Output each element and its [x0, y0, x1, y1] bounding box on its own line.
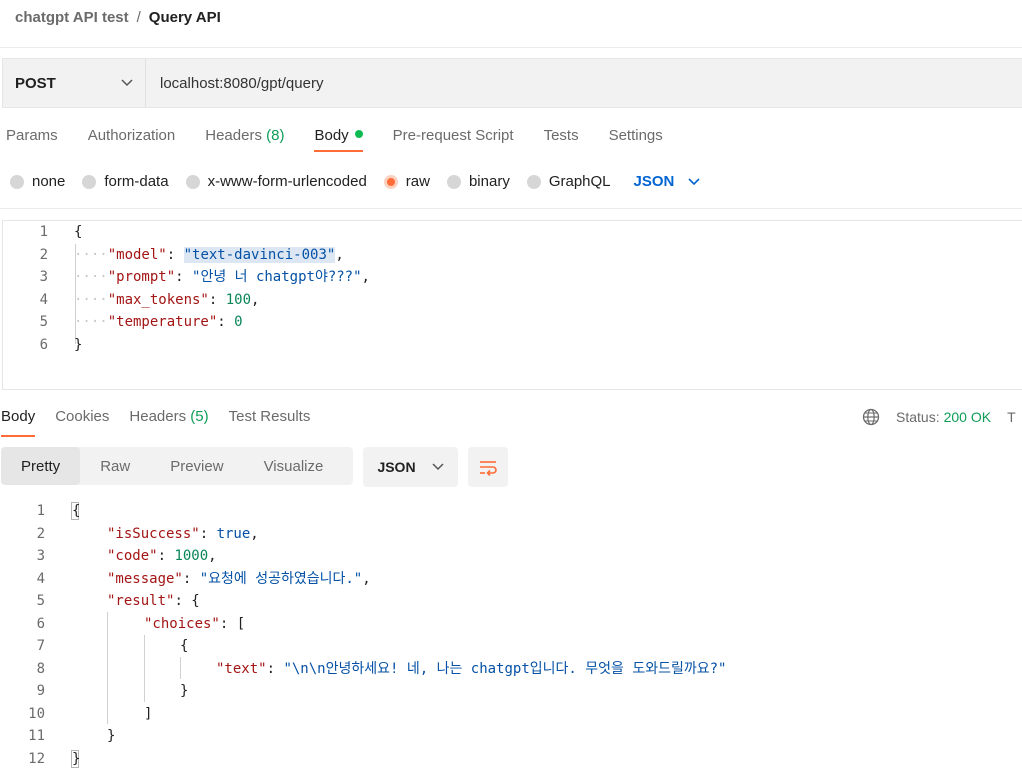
line-number: 1	[36, 503, 45, 519]
line-number: 4	[36, 570, 45, 587]
code-line: {	[74, 224, 83, 240]
status-label: Status:	[896, 409, 940, 425]
code-line: }	[72, 750, 81, 767]
tab-body[interactable]: Body	[314, 127, 363, 152]
response-tab-cookies[interactable]: Cookies	[55, 408, 109, 437]
line-number: 7	[36, 638, 45, 654]
radio-raw[interactable]: raw	[383, 173, 430, 190]
view-preview[interactable]: Preview	[150, 447, 243, 485]
tab-tests[interactable]: Tests	[544, 127, 579, 152]
code-line: "result": {	[107, 593, 200, 609]
url-input[interactable]: localhost:8080/gpt/query	[146, 59, 1022, 107]
response-tab-body[interactable]: Body	[1, 408, 36, 437]
wrap-lines-button[interactable]	[468, 447, 508, 487]
method-label: POST	[15, 74, 56, 92]
radio-circle-icon	[82, 174, 97, 189]
body-format-select[interactable]: JSON	[634, 173, 701, 190]
radio-circle-icon	[185, 174, 200, 189]
chevron-down-icon	[432, 463, 444, 471]
response-status: Status: 200 OK T	[862, 408, 1016, 426]
line-number: 11	[28, 728, 45, 744]
method-select[interactable]: POST	[3, 59, 146, 107]
response-format-select[interactable]: JSON	[363, 447, 458, 487]
code-line: "choices": [	[144, 615, 246, 632]
code-line: ····"temperature": 0	[74, 314, 243, 330]
line-number: 5	[36, 593, 45, 609]
radio-urlencoded[interactable]: x-www-form-urlencoded	[185, 173, 367, 190]
line-number: 10	[28, 705, 45, 722]
code-line: ····"model": "text-davinci-003",	[74, 246, 344, 263]
line-number: 2	[39, 246, 48, 263]
breadcrumb-separator: /	[136, 9, 141, 26]
line-number: 5	[39, 314, 48, 330]
globe-icon[interactable]	[862, 408, 880, 426]
radio-circle-icon	[10, 174, 24, 189]
code-line: }	[74, 336, 83, 353]
response-tab-test-results[interactable]: Test Results	[229, 408, 311, 437]
tab-authorization[interactable]: Authorization	[88, 127, 176, 152]
breadcrumb-request[interactable]: Query API	[149, 9, 221, 26]
wrap-lines-icon	[480, 461, 497, 476]
status-value[interactable]: 200 OK	[944, 409, 991, 425]
header-divider	[0, 47, 1022, 48]
tab-pre-request-script[interactable]: Pre-request Script	[393, 127, 514, 152]
chevron-down-icon	[121, 79, 133, 87]
line-number: 1	[39, 224, 48, 240]
code-line: "code": 1000,	[107, 548, 217, 564]
code-line: "isSuccess": true,	[107, 525, 259, 542]
radio-circle-icon	[526, 174, 541, 189]
tab-settings[interactable]: Settings	[609, 127, 663, 152]
radio-circle-icon	[446, 174, 461, 189]
line-number: 3	[36, 548, 45, 564]
code-line: ····"prompt": "안녕 너 chatgpt야???",	[74, 269, 370, 285]
code-line: ····"max_tokens": 100,	[74, 291, 260, 308]
response-format-label: JSON	[377, 459, 416, 475]
breadcrumb: chatgpt API test / Query API	[15, 9, 221, 26]
indent-guide	[107, 612, 108, 724]
code-line: "text": "\n\n안녕하세요! 네, 나는 chatgpt입니다. 무엇…	[216, 660, 727, 677]
response-tabs: Body Cookies Headers (5) Test Results	[1, 408, 330, 437]
line-number: 2	[36, 525, 45, 542]
request-tabs: Params Authorization Headers (8) Body Pr…	[6, 127, 693, 152]
radio-selected-icon	[383, 174, 398, 189]
line-number: 9	[36, 683, 45, 699]
indent-guide	[144, 635, 145, 702]
line-number: 12	[28, 750, 45, 767]
code-line: {	[72, 503, 81, 519]
tab-headers[interactable]: Headers (8)	[205, 127, 284, 152]
body-options-divider	[0, 208, 1022, 209]
code-line: }	[180, 683, 189, 699]
line-number: 6	[36, 615, 45, 632]
line-number: 8	[36, 660, 45, 677]
request-body-editor[interactable]: 1 2 3 4 5 6 { ····"model": "text-davinci…	[2, 220, 1022, 390]
view-visualize[interactable]: Visualize	[244, 447, 344, 485]
response-headers-count: (5)	[190, 408, 209, 425]
view-pretty[interactable]: Pretty	[1, 447, 81, 485]
line-number: 4	[39, 291, 48, 308]
response-body-viewer[interactable]: 1 2 3 4 5 6 7 8 9 10 11 12 { "isSuccess"…	[0, 500, 1022, 782]
tab-params[interactable]: Params	[6, 127, 58, 152]
line-number: 3	[39, 269, 48, 285]
radio-binary[interactable]: binary	[446, 173, 510, 190]
body-type-options: none form-data x-www-form-urlencoded raw…	[10, 173, 700, 190]
code-line: {	[180, 638, 189, 654]
breadcrumb-collection[interactable]: chatgpt API test	[15, 9, 129, 26]
radio-form-data[interactable]: form-data	[82, 173, 169, 190]
line-number: 6	[39, 336, 48, 353]
code-line: "message": "요청에 성공하였습니다.",	[107, 570, 371, 587]
body-indicator-dot	[354, 130, 363, 139]
indent-guide	[180, 657, 181, 679]
code-line: ]	[144, 705, 153, 722]
view-mode-tabs: Pretty Raw Preview Visualize	[1, 447, 353, 485]
code-line: }	[107, 728, 116, 744]
response-tab-headers[interactable]: Headers (5)	[129, 408, 208, 437]
radio-none[interactable]: none	[10, 173, 65, 190]
request-bar: POST localhost:8080/gpt/query	[2, 58, 1022, 108]
chevron-down-icon	[688, 177, 700, 185]
view-raw[interactable]: Raw	[80, 447, 150, 485]
headers-count: (8)	[266, 127, 285, 144]
radio-graphql[interactable]: GraphQL	[526, 173, 611, 190]
time-label-truncated: T	[1007, 409, 1016, 425]
